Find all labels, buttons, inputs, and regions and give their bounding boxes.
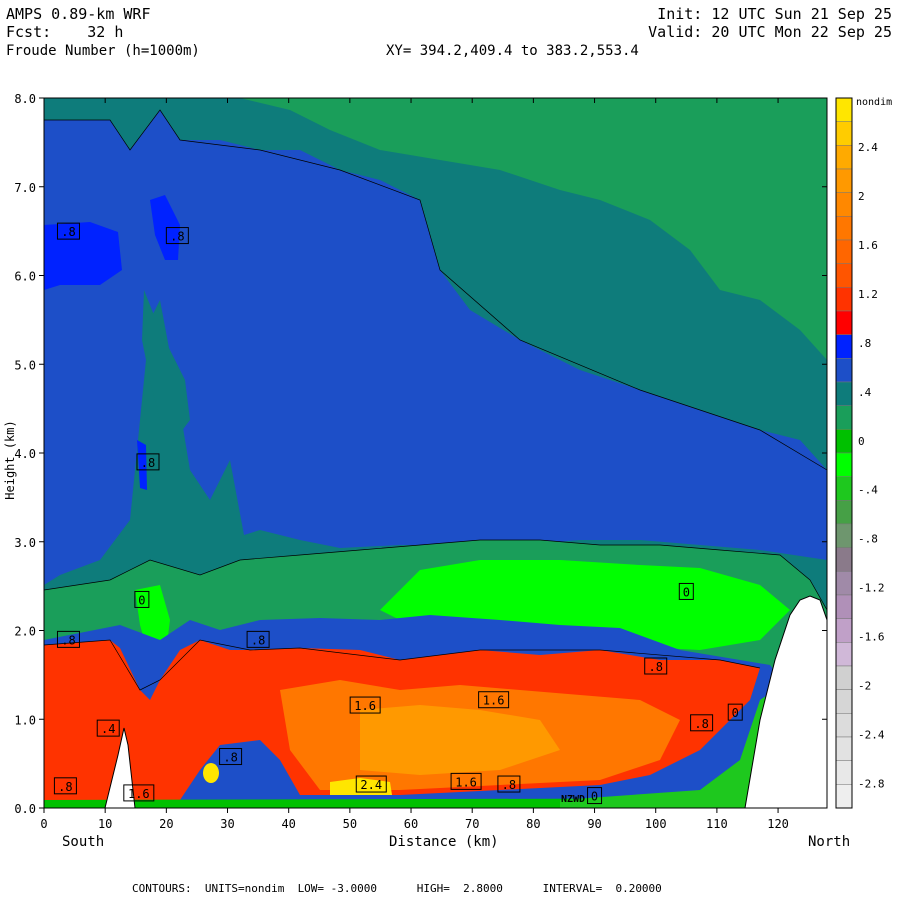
- cross-section-chart: 0 10 20 30 40 50 60 70 80 90 100 110 120 0.01.02.03.…: [3, 92, 892, 850]
- contour-label: .8: [648, 660, 662, 674]
- footer-contours: CONTOURS: UNITS=nondim LOW= -3.0000 HIGH…: [132, 882, 662, 895]
- colorbar-label: 1.2: [858, 288, 878, 301]
- colorbar-swatch: [835, 334, 853, 359]
- y-axis-title: Height (km): [3, 420, 17, 499]
- colorbar-label: -1.6: [858, 631, 885, 644]
- y-tick-label: 5.0: [14, 358, 36, 372]
- contour-label: 1.6: [128, 787, 150, 801]
- x-tick-label: 120: [767, 817, 789, 831]
- x-tick-label: 60: [404, 817, 418, 831]
- colorbar-swatch: [835, 547, 853, 572]
- colorbar-swatch: [835, 784, 853, 809]
- colorbar-label: .8: [858, 337, 871, 350]
- x-tick-label: 50: [343, 817, 357, 831]
- x-tick-label: 100: [645, 817, 667, 831]
- colorbar-swatch: [835, 713, 853, 738]
- colorbar-label: 2: [858, 190, 865, 203]
- colorbar-swatch: [835, 145, 853, 170]
- colorbar-label: .4: [858, 386, 872, 399]
- colorbar-swatch: [835, 571, 853, 596]
- colorbar-swatch: [835, 121, 853, 146]
- colorbar-swatch: [835, 358, 853, 383]
- colorbar-unit: nondim: [856, 97, 892, 108]
- colorbar-label: -2: [858, 680, 871, 693]
- colorbar: nondim 2.4 2 1.6 1.2 .8 .4 0 -.4 -.8 -1.2 -1.6 -2 -2.…: [835, 97, 892, 809]
- colorbar-label: -2.4: [858, 729, 885, 742]
- colorbar-swatch: [835, 665, 853, 690]
- colorbar-label: -.8: [858, 533, 878, 546]
- colorbar-swatch: [835, 429, 853, 454]
- contour-label: .4: [101, 722, 115, 736]
- colorbar-swatch: [835, 618, 853, 643]
- contour-label: .8: [61, 633, 75, 647]
- colorbar-label: 1.6: [858, 239, 878, 252]
- x-tick-label: 80: [526, 817, 540, 831]
- contour-label: 1.6: [455, 775, 477, 789]
- y-tick-label: 2.0: [14, 625, 36, 639]
- contour-label: 0: [683, 585, 690, 599]
- colorbar-swatch: [835, 381, 853, 406]
- x-tick-label: 30: [220, 817, 234, 831]
- x-left-label: South: [62, 834, 104, 850]
- x-right-label: North: [808, 834, 850, 850]
- colorbar-swatch: [835, 642, 853, 667]
- x-tick-label: 70: [465, 817, 479, 831]
- x-tick-label: 110: [706, 817, 728, 831]
- y-tick-label: 3.0: [14, 536, 36, 550]
- colorbar-label: -.4: [858, 484, 878, 497]
- colorbar-label: -2.8: [858, 778, 885, 791]
- colorbar-swatch: [835, 239, 853, 264]
- colorbar-swatch: [835, 216, 853, 241]
- y-tick-label: 7.0: [14, 181, 36, 195]
- contour-label: 0: [138, 593, 145, 607]
- colorbar-swatch: [835, 97, 853, 122]
- y-tick-label: 8.0: [14, 92, 36, 106]
- contour-label: .8: [61, 225, 75, 239]
- colorbar-swatch: [835, 263, 853, 288]
- contour-field: [44, 98, 827, 808]
- contour-label: .8: [141, 456, 155, 470]
- colorbar-label: 2.4: [858, 141, 878, 154]
- colorbar-swatch: [835, 310, 853, 335]
- colorbar-swatch: [835, 736, 853, 761]
- colorbar-swatch: [835, 287, 853, 312]
- colorbar-swatch: [835, 405, 853, 430]
- y-tick-label: 4.0: [14, 447, 36, 461]
- contour-label: 0: [732, 706, 739, 720]
- x-axis-title: Distance (km): [389, 834, 499, 850]
- x-tick-label: 10: [98, 817, 112, 831]
- contour-label: .8: [694, 717, 708, 731]
- contour-label: .8: [223, 751, 237, 765]
- y-tick-label: 1.0: [14, 713, 36, 727]
- x-tick-label: 90: [587, 817, 601, 831]
- x-tick-label: 20: [159, 817, 173, 831]
- y-tick-label: 0.0: [14, 802, 36, 816]
- contour-label: .8: [251, 633, 265, 647]
- station-label: NZWD: [561, 794, 585, 805]
- y-tick-label: 6.0: [14, 270, 36, 284]
- colorbar-swatch: [835, 452, 853, 477]
- colorbar-swatch: [835, 500, 853, 525]
- contour-label: 1.6: [354, 699, 376, 713]
- colorbar-swatch: [835, 192, 853, 217]
- contour-label: .8: [502, 778, 516, 792]
- colorbar-label: -1.2: [858, 582, 885, 595]
- yellow-spot: [203, 763, 219, 783]
- colorbar-label: 0: [858, 435, 865, 448]
- colorbar-swatch: [835, 476, 853, 501]
- x-tick-label: 40: [281, 817, 295, 831]
- colorbar-swatch: [835, 523, 853, 548]
- colorbar-swatch: [835, 689, 853, 714]
- x-tick-label: 0: [40, 817, 47, 831]
- colorbar-swatch: [835, 760, 853, 785]
- colorbar-swatch: [835, 594, 853, 619]
- contour-label: .8: [58, 780, 72, 794]
- contour-label: 2.4: [360, 778, 382, 792]
- contour-label: 1.6: [483, 694, 505, 708]
- colorbar-swatch: [835, 168, 853, 193]
- contour-label: .8: [170, 230, 184, 244]
- contour-label: 0: [591, 790, 598, 804]
